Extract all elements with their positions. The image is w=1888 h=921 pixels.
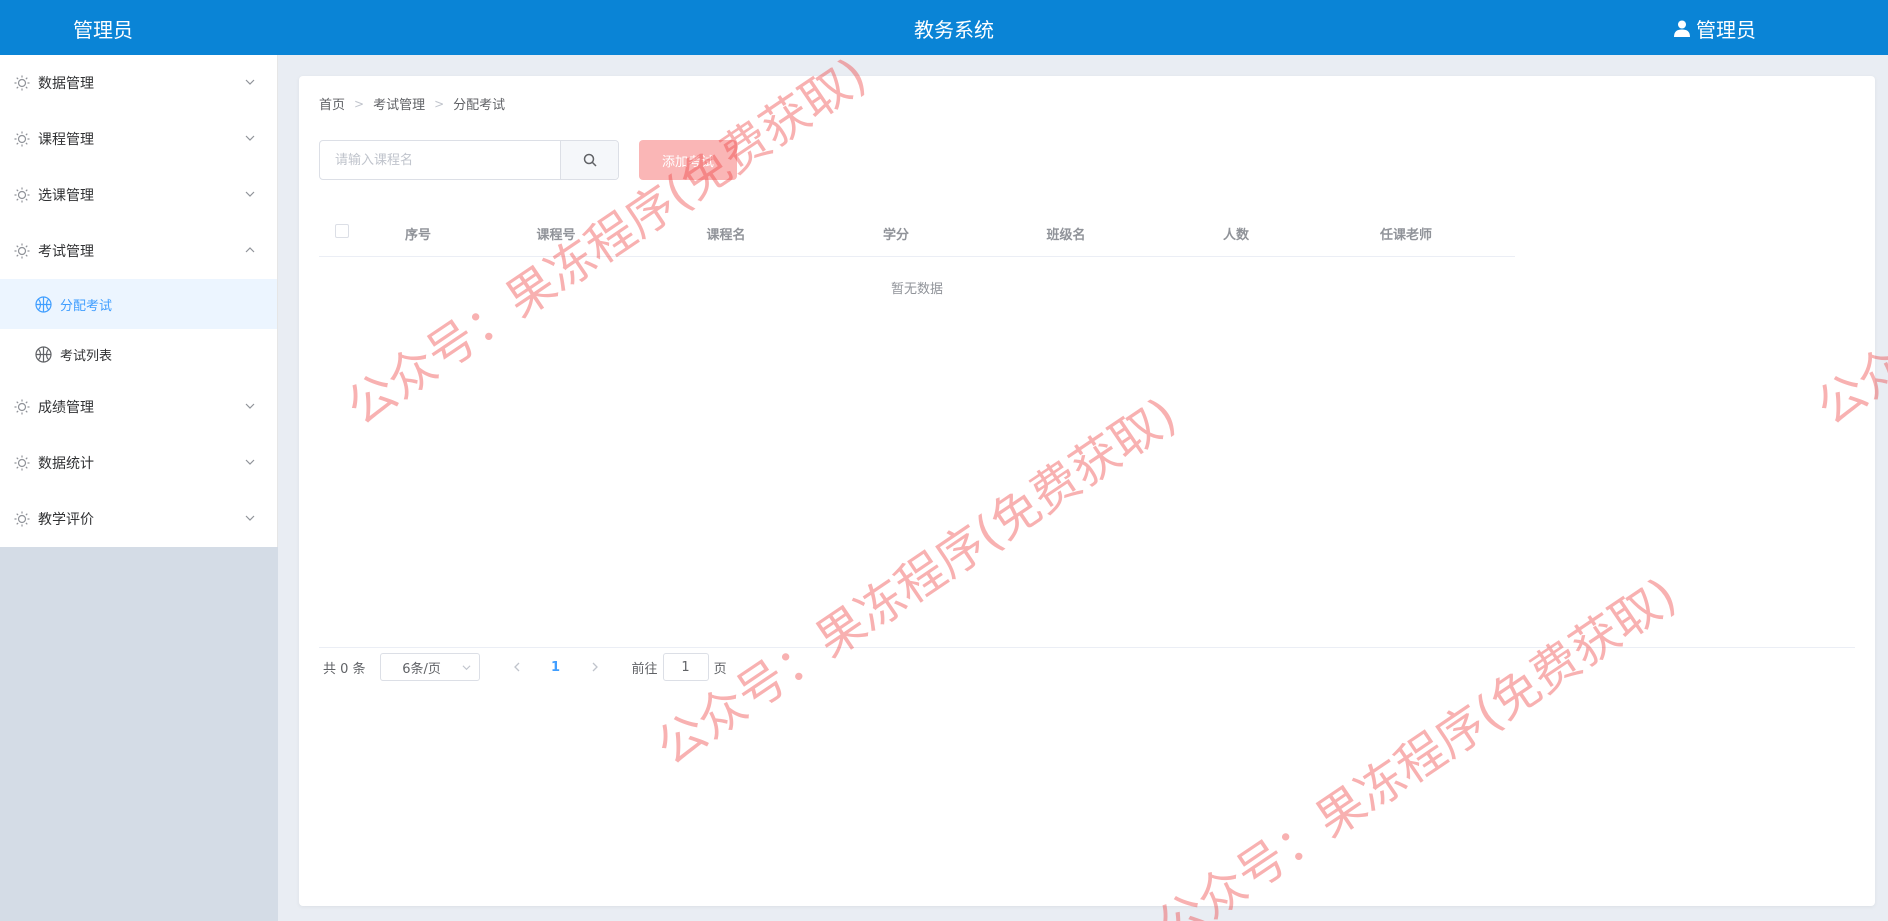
search-icon xyxy=(583,153,597,167)
chevron-right-icon xyxy=(592,662,598,672)
page-number-current[interactable]: 1 xyxy=(532,660,580,675)
exam-table: 序号 课程号 课程名 学分 班级名 人数 任课老师 暂无数据 xyxy=(319,210,1515,317)
top-header: 管理员 教务系统 管理员 xyxy=(0,0,1888,55)
column-header-teacher: 任课老师 xyxy=(1379,227,1432,243)
chevron-down-icon xyxy=(245,403,255,409)
column-header-count: 人数 xyxy=(1222,227,1249,243)
sun-icon xyxy=(14,399,30,415)
breadcrumb-separator-icon: > xyxy=(354,96,365,111)
system-title: 教务系统 xyxy=(914,18,994,42)
sidebar-subitem-label: 分配考试 xyxy=(60,298,113,314)
sidebar-item-label: 成绩管理 xyxy=(38,400,94,416)
sidebar-item-grade-management[interactable]: 成绩管理 xyxy=(0,379,277,435)
breadcrumb-separator-icon: > xyxy=(434,96,445,111)
sidebar-item-label: 数据管理 xyxy=(38,76,94,92)
table-divider xyxy=(319,647,1855,648)
sidebar-item-data-management[interactable]: 数据管理 xyxy=(0,55,277,111)
basketball-icon xyxy=(35,345,52,363)
chevron-down-icon xyxy=(245,191,255,197)
page-size-value: 6条/页 xyxy=(402,661,441,677)
page-size-select[interactable]: 6条/页 xyxy=(379,653,480,681)
search-button[interactable] xyxy=(560,141,618,179)
breadcrumb: 首页 > 考试管理 > 分配考试 xyxy=(319,94,506,114)
table-empty-text: 暂无数据 xyxy=(890,281,943,297)
sidebar-item-label: 课程管理 xyxy=(38,132,94,148)
sidebar-menu: 数据管理 课程管理 选课管理 考试管理 分配考试 考试列表 成绩管理 数据统计 … xyxy=(0,55,278,547)
basketball-icon xyxy=(35,295,52,313)
goto-page-input[interactable] xyxy=(662,653,709,681)
page-jumper: 前往 页 xyxy=(632,653,727,681)
sidebar-subitem-label: 考试列表 xyxy=(60,348,113,364)
page-suffix-label: 页 xyxy=(713,661,727,677)
sun-icon xyxy=(14,455,30,471)
user-name: 管理员 xyxy=(1696,18,1756,42)
breadcrumb-current: 分配考试 xyxy=(453,98,506,113)
sidebar-item-label: 选课管理 xyxy=(38,188,94,204)
sidebar-item-enrollment-management[interactable]: 选课管理 xyxy=(0,167,277,223)
table-header: 序号 课程号 课程名 学分 班级名 人数 任课老师 xyxy=(319,210,1515,257)
sidebar-item-exam-management[interactable]: 考试管理 xyxy=(0,223,277,279)
sun-icon xyxy=(14,131,30,147)
sidebar-subitem-assign-exam[interactable]: 分配考试 xyxy=(0,279,277,329)
sun-icon xyxy=(14,75,30,91)
pagination: 共 0 条 6条/页 1 前往 页 xyxy=(323,651,727,683)
chevron-left-icon xyxy=(513,662,520,672)
sidebar-item-label: 教学评价 xyxy=(38,512,94,528)
search-input[interactable] xyxy=(320,141,560,179)
user-icon xyxy=(1674,20,1690,37)
course-search xyxy=(319,140,619,180)
chevron-up-icon xyxy=(245,247,255,253)
chevron-down-icon xyxy=(245,135,255,141)
user-menu[interactable]: 管理员 xyxy=(1674,14,1756,43)
sidebar-item-label: 数据统计 xyxy=(38,456,94,472)
brand-label: 管理员 xyxy=(73,18,133,42)
select-all-checkbox[interactable] xyxy=(335,224,349,238)
column-header-class-name: 班级名 xyxy=(1046,227,1086,243)
main-card: 首页 > 考试管理 > 分配考试 添加考试 序号 课程号 课程名 学分 班级名 … xyxy=(299,76,1875,906)
sidebar-item-label: 考试管理 xyxy=(38,244,94,260)
chevron-down-icon xyxy=(245,515,255,521)
goto-label: 前往 xyxy=(631,661,658,677)
sidebar-subitem-exam-list[interactable]: 考试列表 xyxy=(0,329,277,379)
pagination-total: 共 0 条 xyxy=(323,661,366,677)
select-all-cell xyxy=(319,224,365,242)
sidebar-item-statistics[interactable]: 数据统计 xyxy=(0,435,277,491)
column-header-course-name: 课程名 xyxy=(706,227,746,243)
next-page-button[interactable] xyxy=(580,653,610,681)
column-header-credit: 学分 xyxy=(882,227,909,243)
sun-icon xyxy=(14,187,30,203)
chevron-down-icon xyxy=(462,665,471,671)
sidebar-item-teaching-evaluation[interactable]: 教学评价 xyxy=(0,491,277,547)
breadcrumb-exam-management[interactable]: 考试管理 xyxy=(373,94,425,113)
breadcrumb-home[interactable]: 首页 xyxy=(319,94,345,113)
column-header-course-no: 课程号 xyxy=(536,227,576,243)
chevron-down-icon xyxy=(245,459,255,465)
sidebar: 数据管理 课程管理 选课管理 考试管理 分配考试 考试列表 成绩管理 数据统计 … xyxy=(0,55,278,921)
sidebar-item-course-management[interactable]: 课程管理 xyxy=(0,111,277,167)
column-header-index: 序号 xyxy=(404,227,431,243)
add-exam-button[interactable]: 添加考试 xyxy=(639,140,737,180)
sun-icon xyxy=(14,511,30,527)
chevron-down-icon xyxy=(245,79,255,85)
sun-icon xyxy=(14,243,30,259)
prev-page-button[interactable] xyxy=(502,653,532,681)
